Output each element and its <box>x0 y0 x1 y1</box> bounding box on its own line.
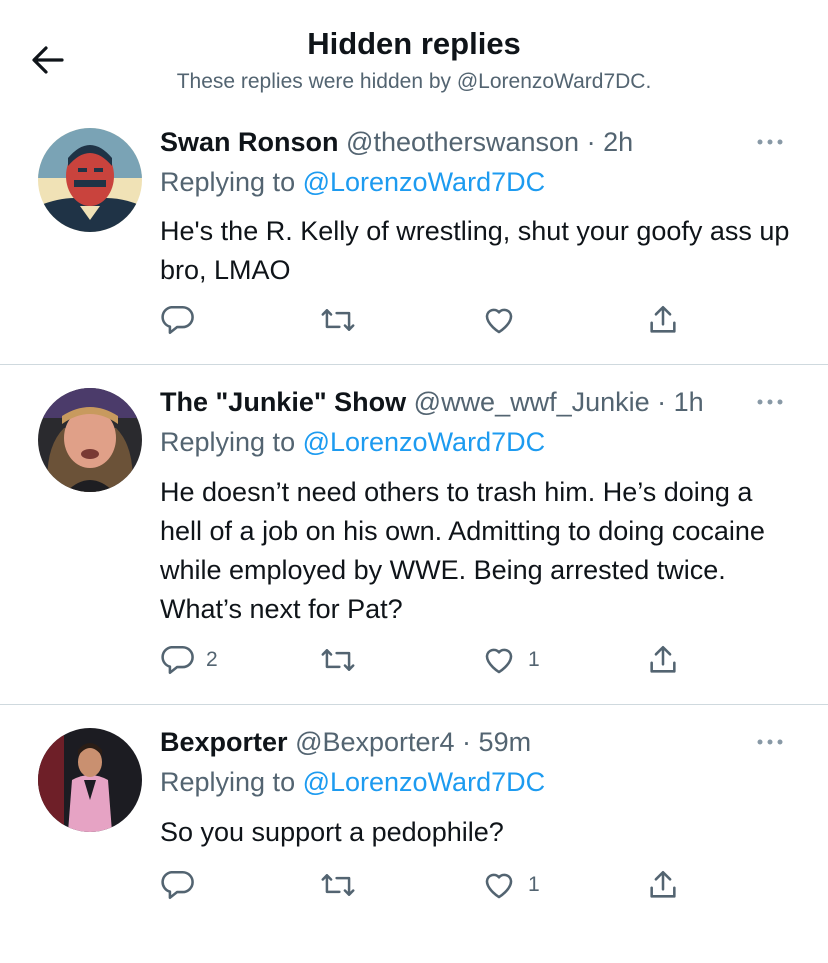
more-dots-icon <box>757 399 783 405</box>
share-icon <box>650 870 676 898</box>
like-count: 1 <box>528 648 540 671</box>
more-options-button[interactable] <box>752 132 788 152</box>
reply-button[interactable] <box>160 865 206 905</box>
heart-icon <box>485 308 513 334</box>
replying-to-label: Replying to <box>160 767 303 797</box>
mention-link[interactable]: @LorenzoWard7DC <box>303 427 546 457</box>
separator-dot: · <box>579 127 604 157</box>
share-button[interactable] <box>646 640 680 680</box>
timestamp[interactable]: 2h <box>603 127 633 157</box>
username[interactable]: @wwe_wwf_Junkie <box>414 387 650 417</box>
heart-icon <box>485 873 513 899</box>
more-options-button[interactable] <box>752 392 788 412</box>
share-button[interactable] <box>646 865 680 905</box>
replying-to: Replying to @LorenzoWard7DC <box>160 165 545 199</box>
share-icon <box>650 645 676 673</box>
more-options-button[interactable] <box>752 732 788 752</box>
like-button[interactable]: 1 <box>482 640 540 680</box>
retweet-button[interactable] <box>320 300 368 340</box>
replying-to: Replying to @LorenzoWard7DC <box>160 425 545 459</box>
replying-to: Replying to @LorenzoWard7DC <box>160 765 545 799</box>
separator-dot: · <box>454 727 479 757</box>
more-dots-icon <box>757 739 783 745</box>
retweet-button[interactable] <box>320 865 368 905</box>
replying-to-label: Replying to <box>160 427 303 457</box>
display-name[interactable]: Swan Ronson <box>160 127 339 157</box>
display-name[interactable]: The "Junkie" Show <box>160 387 406 417</box>
separator-dot: · <box>649 387 674 417</box>
timestamp[interactable]: 59m <box>479 727 532 757</box>
action-bar: 2 1 <box>160 640 800 680</box>
reply-header: The "Junkie" Show @wwe_wwf_Junkie · 1h <box>160 385 704 419</box>
reply-text: So you support a pedophile? <box>160 817 504 847</box>
reply-header: Swan Ronson @theotherswanson · 2h <box>160 125 633 159</box>
display-name[interactable]: Bexporter <box>160 727 288 757</box>
mention-link[interactable]: @LorenzoWard7DC <box>303 167 546 197</box>
reply-item[interactable]: Swan Ronson @theotherswanson · 2h Replyi… <box>0 0 828 365</box>
reply-button[interactable] <box>160 300 206 340</box>
more-dots-icon <box>757 139 783 145</box>
share-icon <box>650 305 676 333</box>
avatar[interactable] <box>38 388 142 492</box>
retweet-icon <box>321 649 355 671</box>
avatar[interactable] <box>38 128 142 232</box>
action-bar: 1 <box>160 865 800 905</box>
like-button[interactable]: 1 <box>482 865 540 905</box>
reply-count: 2 <box>206 648 218 671</box>
reply-bubble-icon <box>161 645 194 675</box>
heart-icon <box>485 648 513 674</box>
retweet-icon <box>321 874 355 896</box>
action-bar <box>160 300 800 340</box>
mention-link[interactable]: @LorenzoWard7DC <box>303 767 546 797</box>
username[interactable]: @Bexporter4 <box>295 727 454 757</box>
avatar[interactable] <box>38 728 142 832</box>
retweet-icon <box>321 309 355 331</box>
username[interactable]: @theotherswanson <box>346 127 579 157</box>
timestamp[interactable]: 1h <box>674 387 704 417</box>
replying-to-label: Replying to <box>160 167 303 197</box>
reply-header: Bexporter @Bexporter4 · 59m <box>160 725 531 759</box>
reply-text: He doesn’t need others to trash him. He’… <box>160 477 765 624</box>
reply-bubble-icon <box>161 870 194 900</box>
retweet-button[interactable] <box>320 640 368 680</box>
reply-button[interactable]: 2 <box>160 640 218 680</box>
reply-text: He's the R. Kelly of wrestling, shut you… <box>160 216 790 285</box>
share-button[interactable] <box>646 300 680 340</box>
reply-item[interactable]: The "Junkie" Show @wwe_wwf_Junkie · 1h R… <box>0 365 828 705</box>
reply-bubble-icon <box>161 305 194 335</box>
like-count: 1 <box>528 873 540 896</box>
reply-item[interactable]: Bexporter @Bexporter4 · 59m Replying to … <box>0 705 828 963</box>
like-button[interactable] <box>482 300 528 340</box>
